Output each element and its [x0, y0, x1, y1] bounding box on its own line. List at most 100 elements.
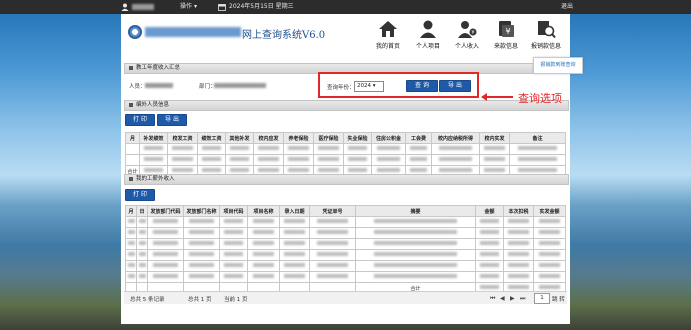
extra-income-cell	[533, 249, 566, 261]
reimbursement-dropdown-item[interactable]: 报销款到账查询	[533, 57, 583, 74]
redacted-value	[484, 168, 505, 172]
extra-income-cell	[309, 271, 356, 283]
redacted-value	[348, 168, 367, 172]
extra-income-column-header: 发放部门名称	[183, 205, 220, 217]
redacted-value	[508, 252, 529, 256]
redacted-value	[288, 146, 309, 150]
payroll-cell	[283, 154, 314, 166]
nav-reimbursement-info-label: 报销款信息	[530, 43, 561, 50]
redacted-value	[484, 146, 505, 150]
extra-income-cell	[183, 227, 220, 239]
redacted-value	[202, 157, 221, 161]
redacted-value	[252, 263, 275, 267]
extra-income-row	[125, 249, 566, 261]
redacted-value	[144, 146, 163, 150]
first-page-icon[interactable]: ⏮	[490, 295, 495, 303]
redacted-value	[284, 263, 305, 267]
extra-income-column-header: 摘要	[355, 205, 476, 217]
nav-personal-income[interactable]: ¥ 个人收入	[448, 18, 486, 58]
redacted-value	[284, 219, 305, 223]
page-number-input[interactable]: 1	[534, 293, 550, 304]
redacted-value	[138, 252, 146, 256]
nav-funds-info[interactable]: ¥ 来款信息	[487, 18, 525, 58]
current-date: 2024年5月15日 星期三	[229, 3, 294, 10]
extra-income-column-header: 凭证单号	[309, 205, 356, 217]
redacted-value	[318, 157, 339, 161]
extra-income-cell	[247, 238, 280, 250]
redacted-value	[153, 230, 178, 234]
money-icon: ¥	[499, 21, 514, 37]
nav-home[interactable]: 我的首页	[369, 18, 407, 58]
redacted-value	[252, 274, 275, 278]
payroll-column-header: 月	[125, 132, 140, 144]
redacted-value	[538, 252, 561, 256]
payroll-cell	[479, 143, 510, 155]
ops-menu[interactable]: 操作 ▾	[180, 3, 197, 11]
exit-link[interactable]: 退出	[561, 3, 573, 11]
redacted-value	[409, 146, 428, 150]
user-icon	[121, 3, 129, 14]
jump-button[interactable]: 跳 转	[552, 295, 565, 303]
extra-income-cell	[533, 216, 566, 228]
person-income-icon: ¥	[458, 21, 477, 38]
payroll-cell	[431, 143, 480, 155]
redacted-value	[144, 168, 163, 172]
redacted-value	[224, 241, 243, 245]
payroll-cell	[431, 154, 480, 166]
extra-income-cell	[183, 271, 220, 283]
nav-personal-project[interactable]: 个人项目	[409, 18, 447, 58]
extra-income-column-header: 项目代码	[219, 205, 248, 217]
prev-page-icon[interactable]: ◀	[500, 295, 505, 302]
extra-income-column-header: 本次扣税	[503, 205, 534, 217]
redacted-value	[484, 157, 505, 161]
extra-income-cell	[279, 216, 310, 228]
last-page-icon[interactable]: ⏭	[520, 295, 525, 303]
annotation-label: 查询选项	[518, 92, 562, 105]
redacted-value	[508, 219, 529, 223]
home-icon	[379, 21, 397, 37]
payroll-cell	[283, 143, 314, 155]
redacted-value	[258, 168, 279, 172]
search-doc-icon	[538, 21, 556, 39]
extra-income-cell	[309, 227, 356, 239]
extra-income-cell	[355, 227, 476, 239]
extra-income-cell	[503, 238, 534, 250]
redacted-value	[538, 263, 561, 267]
redacted-value	[153, 252, 178, 256]
redacted-value	[518, 157, 557, 161]
redacted-value	[153, 241, 178, 245]
redacted-value	[348, 157, 367, 161]
redacted-value	[288, 168, 309, 172]
payroll-export-button[interactable]: 导 出	[157, 114, 187, 126]
redacted-value	[538, 230, 561, 234]
payroll-cell	[167, 143, 198, 155]
top-bar: 操作 ▾ 2024年5月15日 星期三 退出	[0, 0, 691, 14]
redacted-value	[258, 146, 279, 150]
nav-reimbursement-info[interactable]: 报销款信息	[527, 18, 565, 58]
redacted-value	[508, 241, 529, 245]
extra-income-cell	[279, 260, 310, 272]
payroll-column-header: 校内应纳税所得	[431, 132, 480, 144]
person-icon	[420, 20, 436, 38]
redacted-value	[189, 219, 214, 223]
next-page-icon[interactable]: ▶	[510, 295, 515, 302]
redacted-value	[480, 219, 499, 223]
payroll-cell	[197, 143, 226, 155]
total-records: 总共 5 条记录	[130, 297, 165, 303]
svg-text:¥: ¥	[471, 30, 474, 36]
extra-income-cell	[125, 271, 137, 283]
payroll-column-header: 其他补发	[225, 132, 254, 144]
payroll-column-header: 补发绩效	[139, 132, 168, 144]
redacted-value	[172, 146, 193, 150]
extra-income-cell	[279, 249, 310, 261]
extra-income-print-button[interactable]: 打 印	[125, 189, 155, 201]
payroll-print-button[interactable]: 打 印	[125, 114, 155, 126]
payroll-cell	[313, 154, 344, 166]
payroll-cell	[125, 154, 140, 166]
extra-income-cell	[475, 216, 504, 228]
redacted-value	[138, 230, 146, 234]
extra-income-cell	[125, 249, 137, 261]
redacted-value	[288, 157, 309, 161]
extra-income-cell	[355, 260, 476, 272]
redacted-value	[373, 219, 458, 223]
